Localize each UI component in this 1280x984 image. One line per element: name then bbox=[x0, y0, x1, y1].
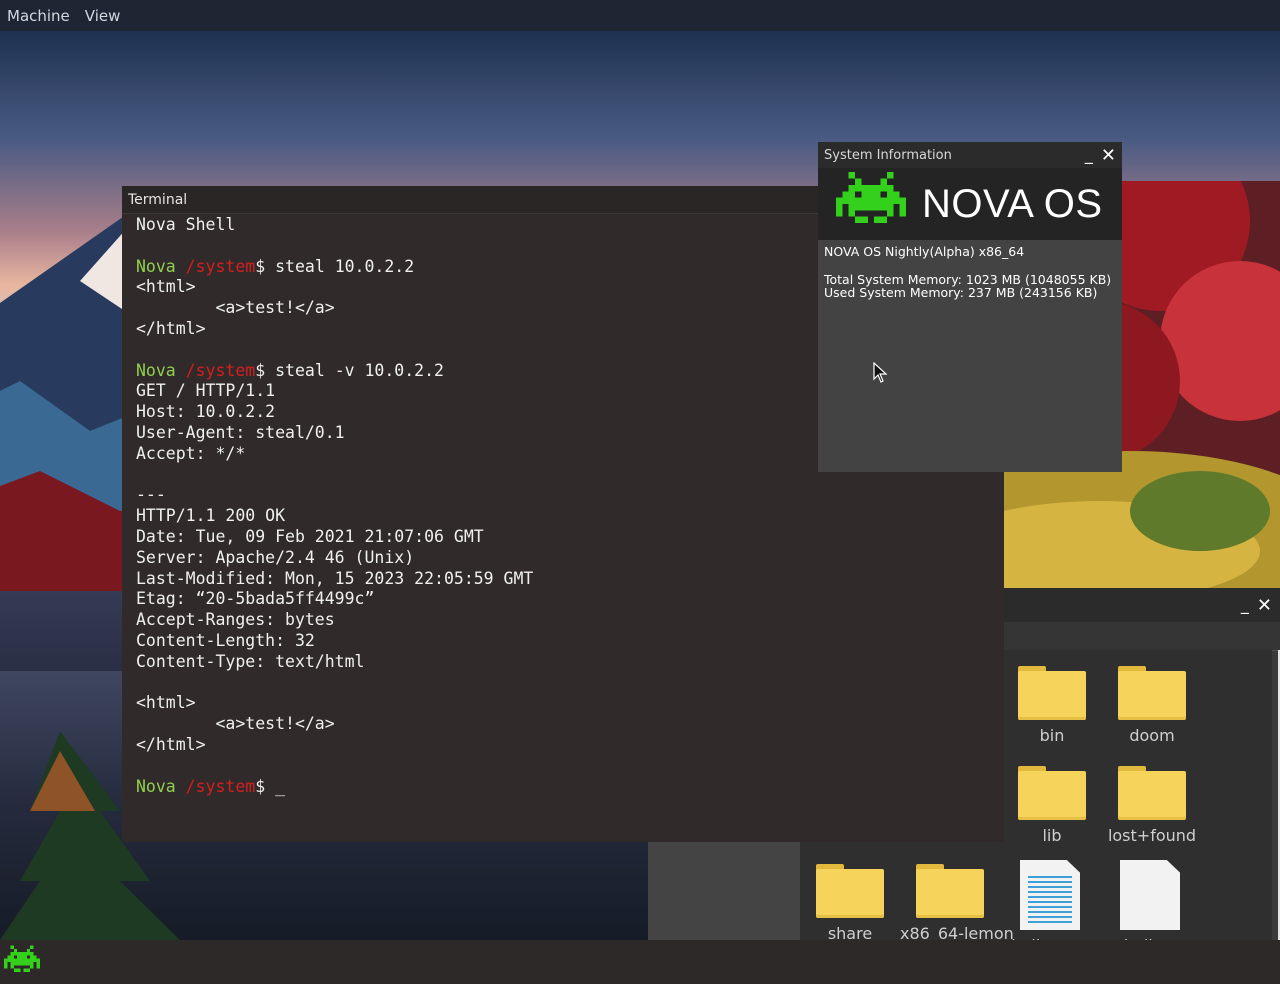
prompt-path: /system bbox=[185, 256, 256, 276]
prompt-command: $ steal 10.0.2.2 bbox=[255, 256, 415, 276]
file-label: lib bbox=[1042, 826, 1062, 845]
folder-icon bbox=[916, 864, 984, 918]
taskbar bbox=[0, 940, 1280, 984]
text-document-icon bbox=[1020, 860, 1080, 930]
minimize-icon[interactable]: _ bbox=[1085, 147, 1093, 163]
sysinfo-banner: NOVA OS bbox=[818, 168, 1122, 240]
file-item-bin[interactable]: bin bbox=[1002, 666, 1102, 745]
blank-document-icon bbox=[1120, 860, 1180, 930]
start-menu-alien-icon[interactable] bbox=[4, 945, 40, 979]
folder-icon bbox=[816, 864, 884, 918]
sysinfo-brand: NOVA OS bbox=[922, 181, 1103, 226]
file-label: doom bbox=[1129, 726, 1175, 745]
file-label: lost+found bbox=[1107, 826, 1197, 845]
folder-icon bbox=[1118, 666, 1186, 720]
prompt-user: Nova bbox=[136, 360, 186, 380]
terminal-output-line: Content-Length: 32 bbox=[136, 630, 315, 650]
terminal-output-line: Accept-Ranges: bytes bbox=[136, 610, 335, 630]
menu-view[interactable]: View bbox=[78, 7, 129, 25]
file-label: bin bbox=[1039, 726, 1065, 745]
sysinfo-titlebar[interactable]: System Information _ ✕ bbox=[818, 142, 1122, 168]
prompt-user: Nova bbox=[136, 256, 186, 276]
close-icon[interactable]: ✕ bbox=[1101, 145, 1116, 166]
terminal-output-line: <a>test!</a> bbox=[136, 714, 335, 734]
file-item-lost-found[interactable]: lost+found bbox=[1102, 766, 1202, 845]
menu-machine[interactable]: Machine bbox=[0, 7, 78, 25]
file-item-doom[interactable]: doom bbox=[1102, 666, 1202, 745]
file-item-share[interactable]: share bbox=[800, 864, 900, 943]
os-version: NOVA OS Nightly(Alpha) x86_64 bbox=[824, 244, 1025, 259]
terminal-output-line: <html> bbox=[136, 693, 196, 713]
terminal-prompt-line: Nova /system$ _ bbox=[136, 777, 994, 798]
terminal-output-line: Last-Modified: Mon, 15 2023 22:05:59 GMT bbox=[136, 568, 534, 588]
terminal-output-line: Etag: “20-5bada5ff4499c” bbox=[136, 589, 375, 609]
prompt-path: /system bbox=[185, 360, 256, 380]
prompt-path: /system bbox=[185, 776, 256, 796]
sysinfo-details: NOVA OS Nightly(Alpha) x86_64 Total Syst… bbox=[818, 240, 1122, 305]
folder-icon bbox=[1018, 666, 1086, 720]
green-pixel-alien-icon bbox=[836, 172, 906, 224]
explorer-sidebar bbox=[648, 842, 800, 948]
mouse-pointer-icon bbox=[873, 362, 888, 383]
prompt-command: $ steal -v 10.0.2.2 bbox=[255, 360, 444, 380]
host-menubar: Machine View bbox=[0, 0, 1280, 32]
minimize-icon[interactable]: _ bbox=[1241, 597, 1249, 613]
sysinfo-title: System Information bbox=[824, 147, 952, 163]
file-item-lib[interactable]: lib bbox=[1002, 766, 1102, 845]
terminal-output-line: HTTP/1.1 200 OK bbox=[136, 506, 286, 526]
file-item-x86-64-lemon[interactable]: x86_64-lemon bbox=[900, 864, 1014, 943]
folder-icon bbox=[1118, 766, 1186, 820]
terminal-title: Terminal bbox=[128, 191, 188, 208]
close-icon[interactable]: ✕ bbox=[1257, 595, 1272, 616]
folder-icon bbox=[1018, 766, 1086, 820]
system-information-window: System Information _ ✕ NOVA OS NOVA OS N… bbox=[818, 142, 1122, 472]
used-memory: Used System Memory: 237 MB (243156 KB) bbox=[824, 285, 1098, 300]
terminal-output-line: Date: Tue, 09 Feb 2021 21:07:06 GMT bbox=[136, 526, 484, 546]
total-memory: Total System Memory: 1023 MB (1048055 KB… bbox=[824, 271, 1112, 287]
terminal-output-line: --- bbox=[136, 485, 166, 505]
terminal-output-line: Server: Apache/2.4 46 (Unix) bbox=[136, 547, 415, 567]
terminal-output-line: Content-Type: text/html bbox=[136, 651, 365, 671]
prompt-command: $ _ bbox=[255, 776, 286, 796]
prompt-user: Nova bbox=[136, 776, 186, 796]
terminal-output-line: </html> bbox=[136, 734, 206, 754]
